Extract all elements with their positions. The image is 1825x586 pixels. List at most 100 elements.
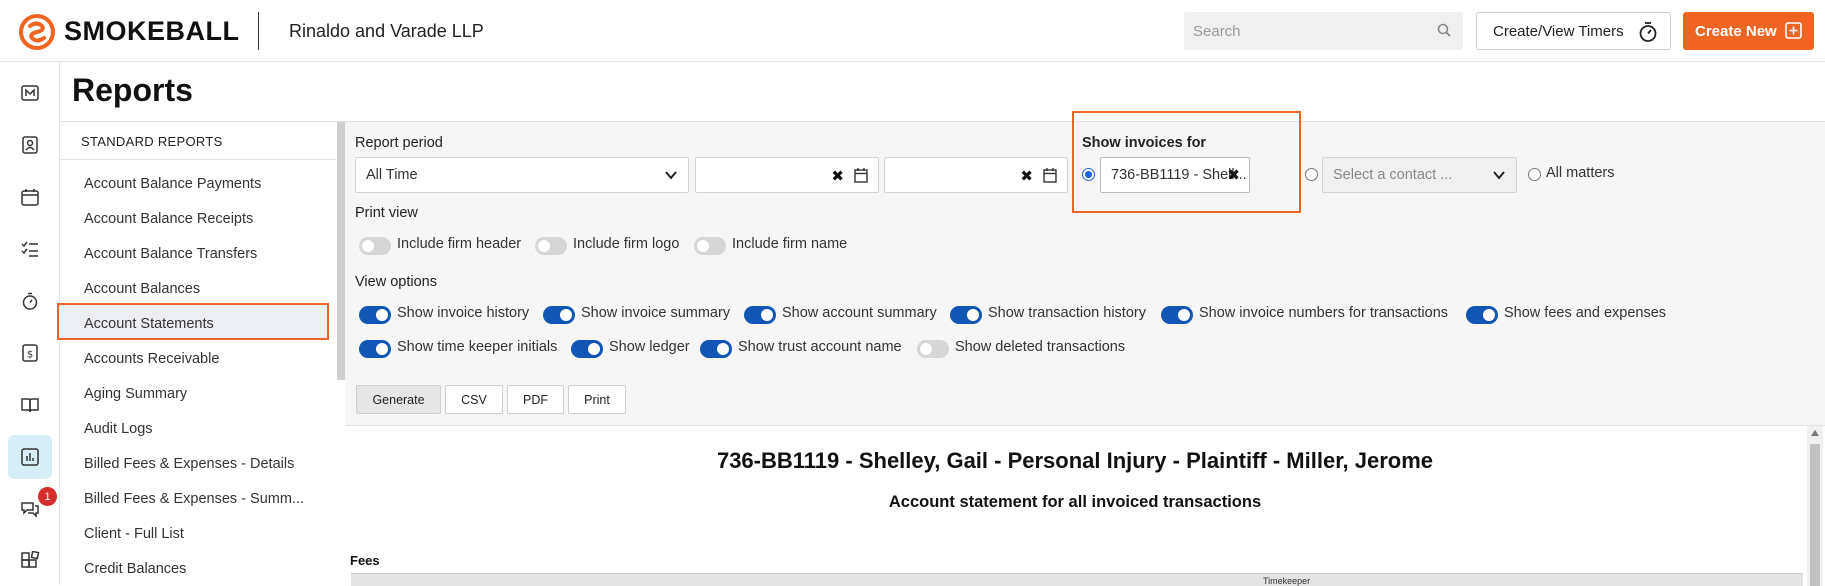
nav-billing[interactable]: $ (8, 331, 52, 375)
search-icon[interactable] (1437, 23, 1451, 37)
fees-table-header: Timekeeper (351, 573, 1803, 586)
toggle-label: Show invoice numbers for transactions (1199, 305, 1449, 321)
plus-box-icon (1785, 22, 1802, 39)
apps-icon (21, 551, 40, 568)
preview-title: 736-BB1119 - Shelley, Gail - Personal In… (716, 448, 1434, 473)
tasks-icon (21, 241, 38, 257)
report-period-select[interactable]: All Time (355, 157, 689, 193)
toggle-show-deleted-transactions[interactable] (917, 340, 949, 358)
nav-contacts[interactable] (8, 123, 52, 167)
all-matters-radio[interactable] (1528, 168, 1541, 181)
toggle-show-fees-and-expenses[interactable] (1466, 306, 1498, 324)
notification-badge: 1 (38, 487, 57, 506)
stopwatch-icon (1639, 22, 1657, 42)
timer-icon (22, 292, 38, 310)
preview-scrollbar-thumb[interactable] (1810, 444, 1820, 586)
scroll-up-arrow-icon[interactable] (1811, 430, 1819, 436)
toggle-show-invoice-numbers[interactable] (1161, 306, 1193, 324)
report-item[interactable]: Account Balances (84, 281, 200, 297)
report-item[interactable]: Accounts Receivable (84, 351, 219, 367)
csv-button[interactable]: CSV (445, 385, 503, 414)
contact-radio[interactable] (1305, 168, 1318, 181)
reports-icon (21, 448, 39, 466)
toggle-show-invoice-summary[interactable] (543, 306, 575, 324)
accounts-icon (21, 398, 39, 413)
view-options-label: View options (355, 274, 437, 290)
toggle-show-account-summary[interactable] (744, 306, 776, 324)
report-item[interactable]: Billed Fees & Expenses - Details (84, 456, 294, 472)
report-item-account-statements[interactable]: Account Statements (84, 316, 214, 332)
clear-end-date-icon[interactable]: ✖ (1020, 167, 1033, 185)
report-item[interactable]: Client - Full List (84, 526, 184, 542)
search-input[interactable] (1184, 12, 1463, 50)
toggle-label: Show invoice summary (581, 305, 731, 321)
report-item[interactable]: Billed Fees & Expenses - Summ... (84, 491, 304, 507)
generate-button[interactable]: Generate (356, 385, 441, 414)
nav-accounts[interactable] (8, 383, 52, 427)
contact-select-placeholder: Select a contact ... (1333, 167, 1453, 183)
toggle-label: Show ledger (609, 339, 690, 355)
all-matters-label: All matters (1546, 165, 1615, 181)
toggle-include-firm-header[interactable] (359, 237, 391, 255)
toggle-label: Show trust account name (738, 339, 902, 355)
create-new-label: Create New (1695, 22, 1777, 40)
start-date-input[interactable]: ✖ (695, 157, 879, 193)
show-invoices-highlight (1072, 111, 1301, 213)
toggle-show-trust-account-name[interactable] (700, 340, 732, 358)
reports-list-scrollbar[interactable] (337, 122, 345, 380)
print-button[interactable]: Print (568, 385, 626, 414)
page-title: Reports (72, 72, 193, 108)
svg-text:$: $ (27, 350, 33, 361)
toggle-label: Include firm logo (573, 236, 680, 252)
end-date-input[interactable]: ✖ (884, 157, 1068, 193)
search-box (1184, 12, 1463, 50)
nav-apps[interactable] (8, 539, 52, 583)
toggle-show-ledger[interactable] (571, 340, 603, 358)
toggle-label: Include firm name (732, 236, 848, 252)
fees-section-label: Fees (350, 553, 380, 568)
nav-communicate[interactable]: 1 (8, 487, 57, 531)
matters-icon (21, 85, 39, 101)
print-view-label: Print view (355, 205, 418, 221)
toggle-show-transaction-history[interactable] (950, 306, 982, 324)
toggle-label: Show invoice history (397, 305, 530, 321)
toggle-include-firm-logo[interactable] (535, 237, 567, 255)
toggle-label: Show account summary (782, 305, 937, 321)
toggle-include-firm-name[interactable] (694, 237, 726, 255)
clear-start-date-icon[interactable]: ✖ (831, 167, 844, 185)
left-nav-rail: $ 1 (0, 62, 60, 585)
report-item[interactable]: Account Balance Transfers (84, 246, 257, 262)
standard-reports-heading: STANDARD REPORTS (81, 134, 223, 149)
calendar-icon (21, 189, 39, 206)
report-item[interactable]: Account Balance Receipts (84, 211, 253, 227)
report-item[interactable]: Credit Balances (84, 561, 186, 577)
top-bar: SMOKEBALL Rinaldo and Varade LLP Create/… (0, 0, 1825, 62)
nav-matters[interactable] (8, 71, 52, 115)
report-item[interactable]: Aging Summary (84, 386, 187, 402)
contacts-icon (22, 136, 38, 154)
calendar-icon[interactable] (1043, 167, 1057, 183)
smokeball-logo-icon[interactable] (18, 13, 56, 51)
report-item[interactable]: Account Balance Payments (84, 176, 261, 192)
create-new-button[interactable]: Create New (1683, 12, 1814, 50)
nav-calendar[interactable] (8, 175, 52, 219)
toggle-show-invoice-history[interactable] (359, 306, 391, 324)
brand-divider (258, 12, 259, 50)
nav-tasks[interactable] (8, 227, 52, 271)
contact-select[interactable]: Select a contact ... (1322, 157, 1517, 193)
toggle-show-time-keeper-initials[interactable] (359, 340, 391, 358)
nav-timers[interactable] (8, 279, 52, 323)
toggle-label: Show fees and expenses (1504, 305, 1667, 321)
toggle-label: Show time keeper initials (397, 339, 558, 355)
report-item[interactable]: Audit Logs (84, 421, 153, 437)
report-period-value: All Time (366, 167, 418, 183)
calendar-icon[interactable] (854, 167, 868, 183)
heading-divider (60, 159, 336, 160)
toggle-label: Show deleted transactions (955, 339, 1126, 355)
create-view-timers-button[interactable]: Create/View Timers (1476, 12, 1671, 50)
billing-icon: $ (22, 344, 38, 362)
pdf-button[interactable]: PDF (507, 385, 564, 414)
toggle-label: Show transaction history (988, 305, 1146, 321)
nav-reports[interactable] (8, 435, 52, 479)
firm-name: Rinaldo and Varade LLP (289, 21, 484, 41)
